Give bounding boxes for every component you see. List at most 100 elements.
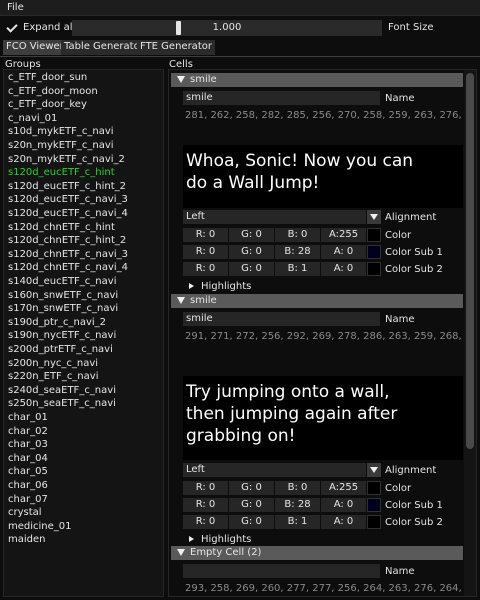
group-item[interactable]: char_02	[8, 426, 48, 440]
color-g[interactable]: G: 0	[229, 228, 274, 242]
color-sub1-g[interactable]: G: 0	[229, 498, 274, 512]
color-swatch[interactable]	[367, 481, 381, 495]
group-item[interactable]: s20n_mykETF_c_navi	[8, 140, 114, 154]
name-input[interactable]: smile	[183, 312, 380, 326]
cell-header[interactable]: smile	[171, 73, 463, 87]
color-sub2-b[interactable]: B: 1	[275, 515, 320, 529]
group-item[interactable]: s120d_chnETF_c_navi_3	[8, 249, 128, 263]
color-sub1-swatch[interactable]	[367, 498, 381, 512]
group-item[interactable]: char_05	[8, 466, 48, 480]
group-item[interactable]: s170n_snwETF_c_navi	[8, 303, 118, 317]
group-item[interactable]: s120d_eucETF_c_hint_2	[8, 181, 126, 195]
color-sub2-swatch[interactable]	[367, 262, 381, 276]
group-item[interactable]: s190d_ptr_c_navi_2	[8, 317, 106, 331]
color-sub2-a[interactable]: A: 0	[321, 515, 366, 529]
color-a[interactable]: A:255	[321, 228, 366, 242]
group-item[interactable]: s200n_nyc_c_navi	[8, 358, 98, 372]
color-sub1-b[interactable]: B: 28	[275, 245, 320, 259]
color-sub2-r[interactable]: R: 0	[183, 262, 228, 276]
name-input[interactable]	[183, 564, 380, 578]
group-item[interactable]: s120d_chnETF_c_hint_2	[8, 235, 126, 249]
cells-scrollbar[interactable]	[464, 70, 476, 596]
collapse-triangle-icon	[177, 549, 185, 556]
color-sub2-swatch[interactable]	[367, 515, 381, 529]
tab-table-generator[interactable]: Table Generator	[61, 40, 147, 55]
color-g[interactable]: G: 0	[229, 481, 274, 495]
group-item[interactable]: s190n_nycETF_c_navi	[8, 330, 116, 344]
group-item[interactable]: crystal	[8, 507, 42, 521]
group-item[interactable]: s120d_eucETF_c_hint	[8, 167, 115, 181]
color-sub2-a[interactable]: A: 0	[321, 262, 366, 276]
color-sub1-swatch[interactable]	[367, 245, 381, 259]
alignment-select[interactable]: Left	[183, 463, 366, 477]
cell-header[interactable]: smile	[171, 294, 463, 308]
tab-fco-viewer[interactable]: FCO Viewer	[3, 40, 67, 55]
group-item[interactable]: s20n_mykETF_c_navi_2	[8, 154, 125, 168]
color-sub2-label: Color Sub 2	[385, 517, 443, 528]
color-sub1-label: Color Sub 1	[385, 500, 443, 511]
group-item[interactable]: char_06	[8, 480, 48, 494]
color-sub1-g[interactable]: G: 0	[229, 245, 274, 259]
group-item[interactable]: s120d_eucETF_c_navi_3	[8, 194, 128, 208]
color-sub1-r[interactable]: R: 0	[183, 245, 228, 259]
group-item[interactable]: c_ETF_door_sun	[8, 72, 87, 86]
chevron-down-icon[interactable]	[367, 463, 381, 477]
menu-file[interactable]: File	[7, 2, 24, 13]
color-a[interactable]: A:255	[321, 481, 366, 495]
group-item[interactable]: s10d_mykETF_c_navi	[8, 126, 114, 140]
name-label: Name	[385, 314, 415, 325]
color-sub1-a[interactable]: A: 0	[321, 245, 366, 259]
group-item[interactable]: maiden	[8, 534, 46, 548]
group-item[interactable]: char_01	[8, 412, 48, 426]
color-r[interactable]: R: 0	[183, 228, 228, 242]
group-item[interactable]: s160n_snwETF_c_navi	[8, 290, 118, 304]
collapse-triangle-icon	[177, 76, 185, 83]
color-sub2-b[interactable]: B: 1	[275, 262, 320, 276]
groups-list[interactable]: c_ETF_door_sun c_ETF_door_moon c_ETF_door_…	[3, 69, 164, 597]
name-input[interactable]: smile	[183, 91, 380, 105]
group-item[interactable]: char_03	[8, 439, 48, 453]
slider-value: 1.000	[212, 22, 242, 33]
group-item[interactable]: s250n_seaETF_c_navi	[8, 398, 116, 412]
cell-text-preview[interactable]: Try jumping onto a wall, then jumping ag…	[183, 376, 463, 460]
color-b[interactable]: B: 0	[275, 228, 320, 242]
color-swatch[interactable]	[367, 228, 381, 242]
cell-title: smile	[190, 74, 217, 85]
tab-underline	[0, 56, 480, 57]
group-item[interactable]: c_ETF_door_key	[8, 99, 87, 113]
color-sub2-r[interactable]: R: 0	[183, 515, 228, 529]
color-sub2-g[interactable]: G: 0	[229, 262, 274, 276]
group-item[interactable]: c_ETF_door_moon	[8, 86, 98, 100]
font-size-slider[interactable]: 1.000	[72, 20, 382, 36]
color-sub1-b[interactable]: B: 28	[275, 498, 320, 512]
cell-text-preview[interactable]: Whoa, Sonic! Now you can do a Wall Jump!	[183, 145, 463, 208]
scrollbar-thumb[interactable]	[466, 73, 474, 449]
group-item[interactable]: s120d_chnETF_c_hint	[8, 222, 115, 236]
tab-fte-generator[interactable]: FTE Generator	[137, 40, 215, 55]
group-item[interactable]: s120d_chnETF_c_navi_4	[8, 262, 128, 276]
group-item[interactable]: s240d_seaETF_c_navi	[8, 385, 116, 399]
expand-all-label[interactable]: Expand all	[23, 22, 75, 33]
group-item[interactable]: c_navi_01	[8, 113, 57, 127]
menu-bar: File	[0, 0, 480, 16]
cells-panel[interactable]: smile smile Name 281, 262, 258, 282, 285…	[168, 69, 477, 597]
cell-header[interactable]: Empty Cell (2)	[171, 546, 463, 560]
group-item[interactable]: s140d_eucETF_c_navi	[8, 276, 116, 290]
group-item[interactable]: s200d_ptrETF_c_navi	[8, 344, 113, 358]
chevron-down-icon[interactable]	[367, 210, 381, 224]
color-r[interactable]: R: 0	[183, 481, 228, 495]
alignment-label: Alignment	[385, 465, 437, 476]
group-item[interactable]: medicine_01	[8, 521, 72, 535]
color-label: Color	[385, 483, 412, 494]
group-item[interactable]: char_07	[8, 494, 48, 508]
alignment-select[interactable]: Left	[183, 210, 366, 224]
color-sub1-a[interactable]: A: 0	[321, 498, 366, 512]
group-item[interactable]: s220n_ETF_c_navi	[8, 371, 98, 385]
color-sub2-label: Color Sub 2	[385, 264, 443, 275]
color-b[interactable]: B: 0	[275, 481, 320, 495]
color-sub1-r[interactable]: R: 0	[183, 498, 228, 512]
group-item[interactable]: char_04	[8, 453, 48, 467]
group-item[interactable]: s120d_eucETF_c_navi_4	[8, 208, 128, 222]
expand-all-checkbox[interactable]	[5, 21, 19, 35]
color-sub2-g[interactable]: G: 0	[229, 515, 274, 529]
